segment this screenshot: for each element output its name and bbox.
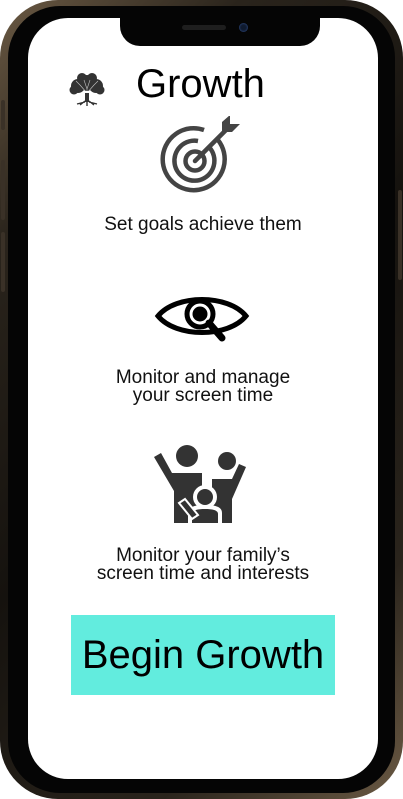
begin-growth-button[interactable]: Begin Growth [71, 615, 335, 695]
feature-caption-goals: Set goals achieve them [48, 214, 358, 235]
target-icon [160, 116, 240, 193]
phone-notch [120, 18, 320, 46]
phone-frame: Growth Set goals achieve them Monitor an… [0, 0, 403, 799]
power-button [398, 190, 402, 280]
front-camera [239, 23, 248, 32]
feature-caption-family: Monitor your family’s screen time and in… [48, 546, 358, 584]
speaker-grille [182, 25, 226, 30]
app-title: Growth [136, 62, 265, 106]
eye-search-icon [154, 297, 250, 342]
feature-caption-line: Set goals achieve them [104, 214, 302, 235]
feature-caption-screen-time: Monitor and manage your screen time [48, 368, 358, 406]
family-icon [154, 445, 246, 523]
tree-logo-icon [69, 73, 105, 106]
volume-up-button [1, 160, 5, 220]
feature-caption-line: screen time and interests [96, 563, 310, 584]
volume-down-button [1, 232, 5, 292]
mute-switch [1, 100, 5, 130]
app-screen: Growth Set goals achieve them Monitor an… [28, 18, 378, 779]
feature-caption-line: your screen time [132, 385, 274, 406]
